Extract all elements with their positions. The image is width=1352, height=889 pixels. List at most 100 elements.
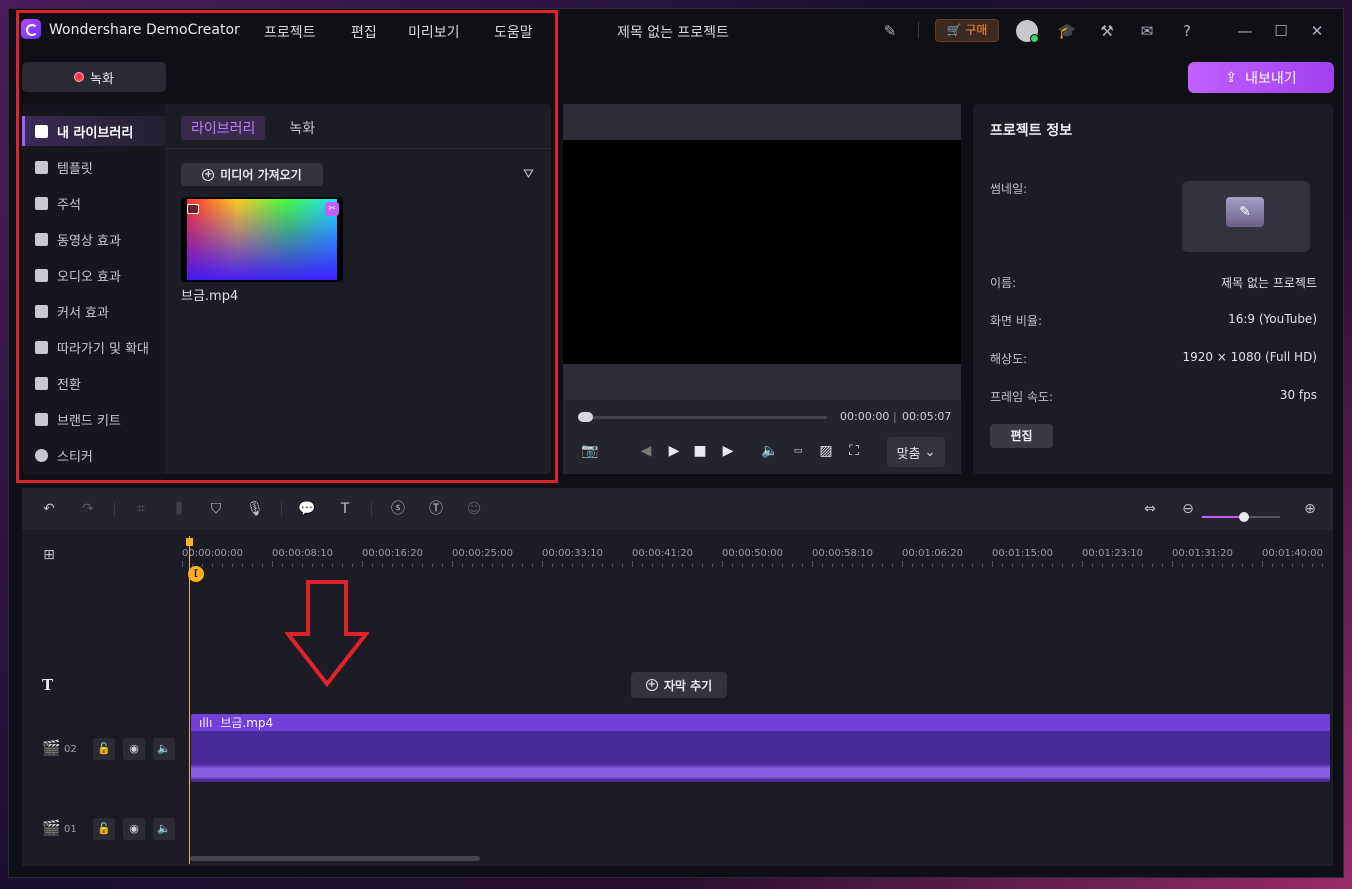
next-frame-icon[interactable]: ▶ <box>719 442 737 460</box>
progress-slider[interactable] <box>579 416 827 419</box>
maximize-icon[interactable]: ☐ <box>1271 21 1291 41</box>
add-track-icon[interactable]: ⊞ <box>40 546 58 564</box>
play-icon[interactable]: ▶ <box>665 442 683 460</box>
ruler-tick <box>912 564 913 567</box>
sidebar-item-sticker[interactable]: 스티커 <box>22 440 165 470</box>
tab-library[interactable]: 라이브러리 <box>181 116 266 140</box>
export-button[interactable]: ⇪ 내보내기 <box>1188 62 1334 93</box>
minimize-icon[interactable]: — <box>1235 21 1255 41</box>
graduation-cap-icon[interactable]: 🎓 <box>1057 21 1077 41</box>
sidebar-item-pan-zoom[interactable]: 따라가기 및 확대 <box>22 332 165 362</box>
fit-dropdown[interactable]: 맞춤 ⌄ <box>887 437 945 467</box>
sidebar-item-brand-kit[interactable]: 브랜드 키트 <box>22 404 165 434</box>
ruler-tick <box>502 564 503 567</box>
ruler-tick <box>972 564 973 567</box>
volume-icon[interactable]: 🔈 <box>761 442 779 460</box>
timeline-ruler[interactable]: 00:00:00:00 00:00:08:10 00:00:16:20 00:00:2… <box>182 538 1333 568</box>
aspect-ratio-icon[interactable]: ▭ <box>789 442 807 460</box>
undo-icon[interactable]: ↶ <box>40 500 58 518</box>
track-headers <box>22 530 182 866</box>
ruler-tick <box>352 564 353 567</box>
text-to-speech-icon[interactable]: Ⓣ <box>427 500 445 518</box>
ruler-tick <box>742 564 743 567</box>
speaker-icon[interactable]: 🔈 <box>153 738 175 760</box>
ruler-tick <box>612 564 613 567</box>
sidebar-item-my-library[interactable]: 내 라이브러리 <box>22 116 165 146</box>
menu-project[interactable]: 프로젝트 <box>264 22 316 42</box>
ruler-tick <box>1232 564 1233 567</box>
playhead[interactable] <box>189 536 190 864</box>
project-thumbnail[interactable] <box>1182 181 1310 252</box>
record-button[interactable]: 녹화 <box>22 62 166 92</box>
ruler-tick-label: 00:00:16:20 <box>362 548 424 559</box>
menu-help[interactable]: 도움말 <box>494 22 533 42</box>
speech-to-text-icon[interactable]: ⓢ <box>389 500 407 518</box>
tab-recording[interactable]: 녹화 <box>279 116 325 140</box>
caption-icon[interactable]: 💬 <box>298 500 316 518</box>
media-filename: 브금.mp4 <box>181 289 239 304</box>
marker-icon[interactable]: ⛉ <box>207 500 225 518</box>
sidebar-item-audio-effect[interactable]: 오디오 효과 <box>22 260 165 290</box>
ruler-tick <box>442 564 443 567</box>
eye-icon[interactable]: ◉ <box>123 738 145 760</box>
import-media-button[interactable]: + 미디어 가져오기 <box>181 163 323 186</box>
fit-timeline-icon[interactable]: ⇔ <box>1141 500 1159 518</box>
buy-button[interactable]: 🛒 구매 <box>935 19 999 42</box>
ruler-tick <box>662 564 663 567</box>
scissors-icon[interactable]: ✂ <box>325 202 339 216</box>
edit-project-button[interactable]: 편집 <box>990 424 1053 448</box>
ruler-tick <box>182 561 183 567</box>
lock-icon[interactable]: 🔓 <box>93 738 115 760</box>
ruler-tick <box>402 564 403 567</box>
ruler-tick <box>1022 564 1023 567</box>
zoom-knob[interactable] <box>1239 512 1249 522</box>
progress-knob[interactable] <box>578 412 593 422</box>
ruler-tick <box>1312 564 1313 567</box>
sidebar-item-template[interactable]: 템플릿 <box>22 152 165 182</box>
media-thumbnail[interactable]: ✂ <box>181 197 343 282</box>
zoom-out-icon[interactable]: ⊖ <box>1179 500 1197 518</box>
prev-frame-icon[interactable]: ◀ <box>637 442 655 460</box>
ruler-tick <box>1152 564 1153 567</box>
ruler-tick <box>422 564 423 567</box>
preview-header <box>563 104 961 140</box>
ruler-tick <box>672 564 673 567</box>
speaker-icon[interactable]: 🔈 <box>153 818 175 840</box>
ruler-tick <box>1222 564 1223 567</box>
redo-icon[interactable]: ↷ <box>79 500 97 518</box>
text-icon[interactable]: T <box>336 500 354 518</box>
tools-icon[interactable]: ⚒ <box>1097 21 1117 41</box>
sidebar-item-video-effect[interactable]: 동영상 효과 <box>22 224 165 254</box>
split-icon[interactable]: ⫼ <box>170 500 188 518</box>
ruler-tick-label: 00:01:15:00 <box>992 548 1054 559</box>
fullscreen-icon[interactable]: ⛶ <box>845 442 863 460</box>
zoom-in-icon[interactable]: ⊕ <box>1301 500 1319 518</box>
sidebar-item-annotation[interactable]: 주석 <box>22 188 165 218</box>
menu-edit[interactable]: 편집 <box>351 22 377 42</box>
mail-icon[interactable]: ✉ <box>1137 21 1157 41</box>
playhead-marker-icon[interactable]: [ <box>188 566 204 582</box>
audio-clip[interactable]: ıllı 브금.mp4 <box>191 714 1330 782</box>
close-icon[interactable]: ✕ <box>1307 21 1327 41</box>
ruler-tick <box>452 561 453 567</box>
filter-icon[interactable]: ⛛ <box>523 168 537 182</box>
microphone-icon[interactable]: 🎙 <box>246 500 264 518</box>
horizontal-scrollbar[interactable] <box>190 856 480 861</box>
sidebar-item-transition[interactable]: 전환 <box>22 368 165 398</box>
avatar[interactable] <box>1016 20 1039 43</box>
sidebar-item-cursor-effect[interactable]: 커서 효과 <box>22 296 165 326</box>
ruler-tick <box>1102 564 1103 567</box>
eye-icon[interactable]: ◉ <box>123 818 145 840</box>
camera-icon[interactable]: 📷 <box>581 442 599 460</box>
menu-preview[interactable]: 미리보기 <box>408 22 460 42</box>
ruler-tick <box>692 564 693 567</box>
help-icon[interactable]: ? <box>1177 21 1197 41</box>
add-subtitle-button[interactable]: + 자막 추기 <box>631 672 727 698</box>
stop-icon[interactable]: ■ <box>691 442 709 460</box>
avatar-icon[interactable]: ☺ <box>465 500 483 518</box>
crop-icon[interactable]: ⌗ <box>132 500 150 518</box>
ruler-tick <box>532 564 533 567</box>
feedback-icon[interactable]: ✎ <box>880 21 900 41</box>
lock-icon[interactable]: 🔓 <box>93 818 115 840</box>
safe-zone-icon[interactable]: ▨ <box>817 442 835 460</box>
